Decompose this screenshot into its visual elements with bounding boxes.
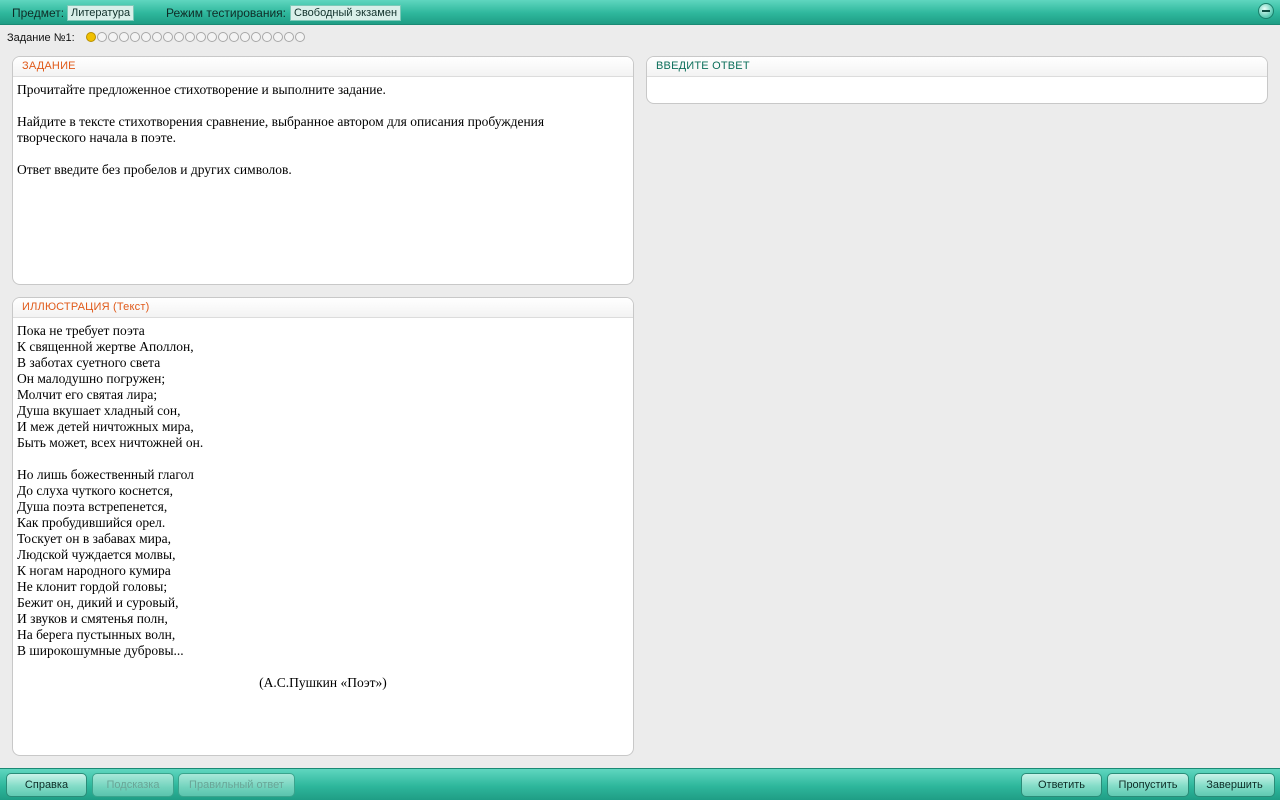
mode-value: Свободный экзамен — [290, 5, 402, 21]
answer-button[interactable]: Ответить — [1021, 773, 1102, 797]
task-text: Прочитайте предложенное стихотворение и … — [13, 77, 633, 199]
poem-line: К ногам народного кумира — [17, 563, 171, 578]
poem-text: Пока не требует поэта К священной жертве… — [13, 318, 633, 696]
task-dot[interactable] — [196, 32, 206, 42]
poem-line: В заботах суетного света — [17, 355, 161, 370]
subject-value: Литература — [67, 5, 135, 21]
task-dot[interactable] — [273, 32, 283, 42]
help-button[interactable]: Справка — [6, 773, 87, 797]
hint-button[interactable]: Подсказка — [92, 773, 174, 797]
subject-label: Предмет: — [12, 6, 65, 20]
minimize-icon[interactable] — [1258, 3, 1274, 19]
poem-line: Тоскует он в забавах мира, — [17, 531, 171, 546]
skip-button[interactable]: Пропустить — [1107, 773, 1189, 797]
poem-line: Душа поэта встрепенется, — [17, 499, 168, 514]
poem-line: Душа вкушает хладный сон, — [17, 403, 181, 418]
task-dot[interactable] — [119, 32, 129, 42]
poem-line: Он малодушно погружен; — [17, 371, 166, 386]
poem-line: Молчит его святая лира; — [17, 387, 158, 402]
poem-line: Не клонит гордой головы; — [17, 579, 168, 594]
answer-input[interactable] — [647, 77, 1267, 103]
task-dot[interactable] — [141, 32, 151, 42]
correct-answer-button[interactable]: Правильный ответ — [178, 773, 295, 797]
poem-line: Но лишь божественный глагол — [17, 467, 194, 482]
answer-panel: ВВЕДИТЕ ОТВЕТ — [646, 56, 1268, 104]
task-progress-dots — [86, 32, 305, 42]
task-dot-current[interactable] — [86, 32, 96, 42]
task-dot[interactable] — [174, 32, 184, 42]
illustration-panel: ИЛЛЮСТРАЦИЯ (Текст) Пока не требует поэт… — [12, 297, 634, 756]
poem-author: (А.С.Пушкин «Поэт») — [259, 675, 387, 690]
task-number-label: Задание №1: — [7, 32, 75, 44]
task-paragraph: Прочитайте предложенное стихотворение и … — [17, 82, 386, 97]
task-dot[interactable] — [152, 32, 162, 42]
task-dot[interactable] — [218, 32, 228, 42]
task-dot[interactable] — [130, 32, 140, 42]
task-dot[interactable] — [108, 32, 118, 42]
task-dot[interactable] — [185, 32, 195, 42]
illustration-panel-title: ИЛЛЮСТРАЦИЯ (Текст) — [13, 298, 633, 318]
task-dot[interactable] — [207, 32, 217, 42]
task-dot[interactable] — [240, 32, 250, 42]
poem-line: Быть может, всех ничтожней он. — [17, 435, 204, 450]
poem-line: Людской чуждается молвы, — [17, 547, 176, 562]
poem-line: На берега пустынных волн, — [17, 627, 176, 642]
task-dot[interactable] — [262, 32, 272, 42]
task-paragraph: Ответ введите без пробелов и других симв… — [17, 162, 292, 177]
poem-line: Бежит он, дикий и суровый, — [17, 595, 179, 610]
task-dot[interactable] — [295, 32, 305, 42]
task-panel-title: ЗАДАНИЕ — [13, 57, 633, 77]
task-dot[interactable] — [163, 32, 173, 42]
poem-line: В широкошумные дубровы... — [17, 643, 184, 658]
task-dot[interactable] — [251, 32, 261, 42]
poem-line: И звуков и смятенья полн, — [17, 611, 168, 626]
top-bar: Предмет: Литература Режим тестирования: … — [0, 0, 1280, 25]
bottom-toolbar: Справка Подсказка Правильный ответ Ответ… — [0, 768, 1280, 800]
mode-label: Режим тестирования: — [166, 6, 286, 20]
poem-line: К священной жертве Аполлон, — [17, 339, 194, 354]
poem-line: До слуха чуткого коснется, — [17, 483, 173, 498]
task-paragraph: Найдите в тексте стихотворения сравнение… — [17, 114, 545, 145]
finish-button[interactable]: Завершить — [1194, 773, 1275, 797]
poem-line: Как пробудившийся орел. — [17, 515, 166, 530]
task-panel: ЗАДАНИЕ Прочитайте предложенное стихотво… — [12, 56, 634, 285]
task-dot[interactable] — [229, 32, 239, 42]
poem-line: И меж детей ничтожных мира, — [17, 419, 194, 434]
task-dot[interactable] — [97, 32, 107, 42]
answer-panel-title: ВВЕДИТЕ ОТВЕТ — [647, 57, 1267, 77]
stanza-break — [17, 451, 629, 467]
task-dot[interactable] — [284, 32, 294, 42]
poem-line: Пока не требует поэта — [17, 323, 145, 338]
